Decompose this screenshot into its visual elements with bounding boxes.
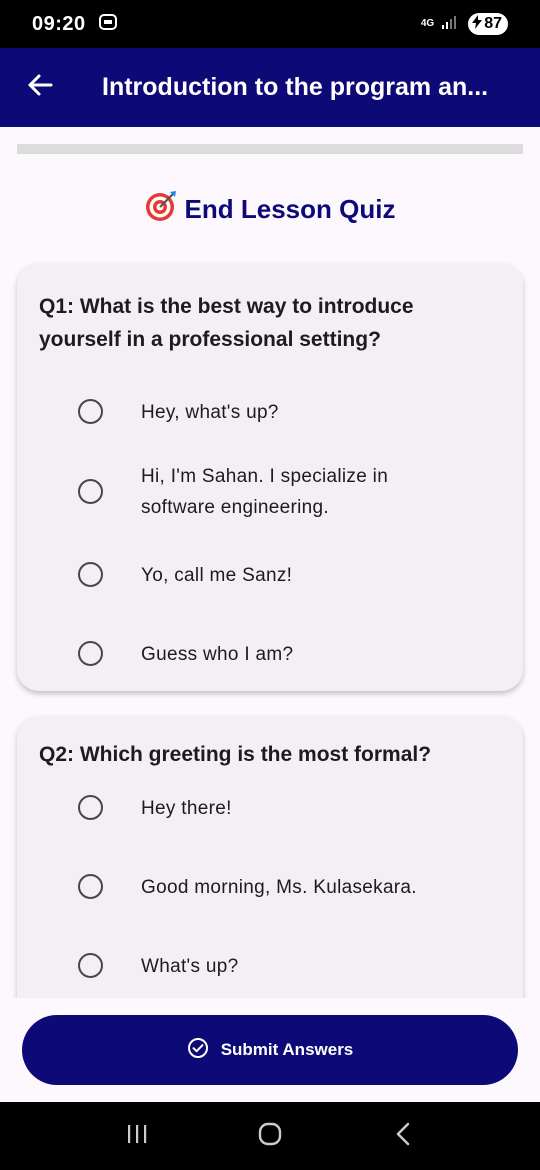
option-label: Hi, I'm Sahan. I specialize in software … [141,466,389,518]
submit-answers-button[interactable]: Submit Answers [22,1015,518,1085]
option-label: Good morning, Ms. Kulasekara. [141,877,417,898]
option-label: Guess who I am? [141,644,294,665]
home-button[interactable] [240,1106,300,1166]
target-icon [145,190,177,229]
option-1[interactable]: Hey there! [17,793,523,823]
status-bar: 09:20 4G 87 [0,0,540,48]
radio-button[interactable] [78,562,103,587]
battery-indicator: 87 [468,13,508,35]
radio-button[interactable] [78,479,103,504]
chevron-left-icon [393,1121,413,1152]
option-label: Yo, call me Sanz! [141,565,293,586]
radio-button[interactable] [78,641,103,666]
question-card-2: Q2: Which greeting is the most formal? H… [17,716,523,998]
recent-apps-button[interactable] [107,1106,167,1166]
option-label: Hey there! [141,798,232,819]
question-card-1: Q1: What is the best way to introduce yo… [17,263,523,691]
network-type: 4G [420,18,435,29]
option-3[interactable]: Yo, call me Sanz! [17,560,523,590]
question-text: Q1: What is the best way to introduce yo… [39,295,414,351]
submit-area: Submit Answers [0,998,540,1102]
page-title: Introduction to the program an... [102,73,489,101]
option-2[interactable]: Hi, I'm Sahan. I specialize in software … [17,461,523,523]
home-icon [257,1121,283,1152]
option-3[interactable]: What's up? [17,951,523,981]
question-text: Q2: Which greeting is the most formal? [39,743,432,766]
signal-icon [442,15,460,34]
battery-level: 87 [484,15,502,32]
submit-label: Submit Answers [220,1040,354,1059]
radio-button[interactable] [78,399,103,424]
quiz-heading: End Lesson Quiz [0,190,540,229]
recent-apps-icon [125,1123,149,1150]
option-label: Hey, what's up? [141,402,279,423]
option-4[interactable]: Guess who I am? [17,639,523,669]
quiz-heading-text: End Lesson Quiz [184,194,396,224]
option-2[interactable]: Good morning, Ms. Kulasekara. [17,872,523,902]
app-bar: Introduction to the program an... [0,48,540,127]
screen-record-icon [98,12,118,37]
charging-bolt-icon [472,14,483,34]
status-left: 09:20 [32,12,118,37]
status-right: 4G 87 [421,13,508,35]
back-button[interactable] [0,48,80,127]
radio-button[interactable] [78,874,103,899]
option-label: What's up? [141,956,239,977]
system-nav-bar [0,1102,540,1170]
radio-button[interactable] [78,953,103,978]
lesson-progress-bar [17,144,523,154]
back-nav-button[interactable] [373,1106,433,1166]
question-list[interactable]: Q1: What is the best way to introduce yo… [0,240,540,998]
radio-button[interactable] [78,795,103,820]
arrow-left-icon [27,72,53,103]
option-1[interactable]: Hey, what's up? [17,397,523,427]
check-circle-icon [187,1037,209,1064]
status-time: 09:20 [32,12,86,35]
